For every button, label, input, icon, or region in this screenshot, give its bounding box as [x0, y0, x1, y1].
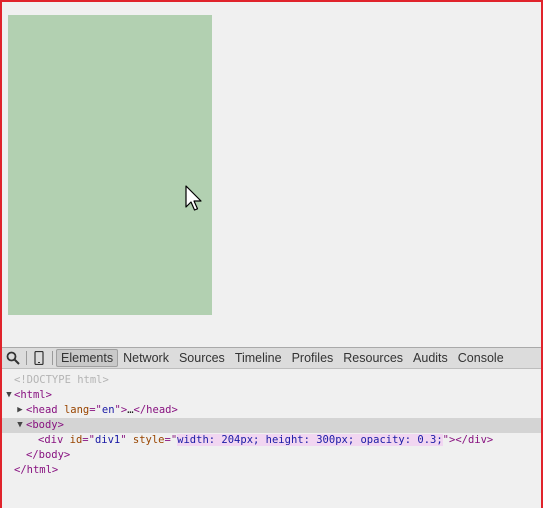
head-attr-value: en [101, 404, 115, 416]
expand-arrow-icon[interactable]: ▼ [4, 388, 14, 403]
doctype-node: <!DOCTYPE html> [14, 374, 109, 386]
dom-line-doctype[interactable]: <!DOCTYPE html> [2, 373, 541, 388]
head-attr-eq: =" [89, 404, 102, 416]
dom-tree: <!DOCTYPE html> ▼ <html> ▶ <head lang="e… [2, 373, 541, 478]
div1-box[interactable] [8, 15, 212, 315]
expand-arrow-icon[interactable]: ▼ [15, 418, 25, 433]
tab-network[interactable]: Network [118, 349, 174, 367]
div-style-close: "> [442, 434, 456, 446]
tab-sources[interactable]: Sources [174, 349, 230, 367]
page-viewport [2, 2, 541, 347]
tab-elements[interactable]: Elements [56, 349, 119, 367]
html-open-tag: <html> [14, 389, 52, 401]
dom-line-html[interactable]: ▼ <html> [2, 388, 541, 403]
tab-audits[interactable]: Audits [408, 349, 453, 367]
search-icon[interactable] [2, 348, 24, 368]
toolbar-divider [26, 351, 27, 365]
tab-console[interactable]: Console [453, 349, 509, 367]
tab-timeline[interactable]: Timeline [230, 349, 287, 367]
dom-line-body[interactable]: ▼ <body> [2, 418, 541, 433]
devtools-panel: Elements Network Sources Timeline Profil… [2, 347, 541, 508]
dom-line-head[interactable]: ▶ <head lang="en">…</head> [2, 403, 541, 418]
head-open-tag: <head [26, 404, 58, 416]
tab-profiles[interactable]: Profiles [287, 349, 339, 367]
toolbar-divider [52, 351, 53, 365]
html-close-tag: </html> [14, 464, 59, 476]
dom-line-body-close[interactable]: </body> [2, 448, 541, 463]
div-id-close: " [120, 434, 127, 446]
tab-resources[interactable]: Resources [338, 349, 408, 367]
div-style-value[interactable]: width: 204px; height: 300px; opacity: 0.… [177, 434, 443, 446]
div-close-tag: </div> [455, 434, 494, 446]
div-style-eq: =" [164, 434, 178, 446]
mouse-pointer-icon [185, 185, 202, 211]
body-open-tag: <body> [26, 419, 64, 431]
div-style-name: style [132, 434, 165, 446]
div-id-name: id [69, 434, 83, 446]
dom-line-html-close[interactable]: </html> [2, 463, 541, 478]
head-attr-close: "> [114, 404, 128, 416]
head-attr-name: lang [63, 404, 90, 416]
div-open-tag: <div [38, 434, 64, 446]
body-close-tag: </body> [26, 449, 71, 461]
devtools-toolbar: Elements Network Sources Timeline Profil… [2, 347, 541, 369]
devtools-tabs: Elements Network Sources Timeline Profil… [56, 348, 509, 368]
dom-line-div1[interactable]: <div id="div1" style="width: 204px; heig… [2, 433, 541, 448]
div-id-value: div1 [94, 434, 121, 446]
div-id-eq: =" [82, 434, 95, 446]
collapse-arrow-icon[interactable]: ▶ [15, 403, 25, 418]
head-close-tag: </head> [133, 404, 178, 416]
device-mode-icon[interactable] [28, 348, 50, 368]
